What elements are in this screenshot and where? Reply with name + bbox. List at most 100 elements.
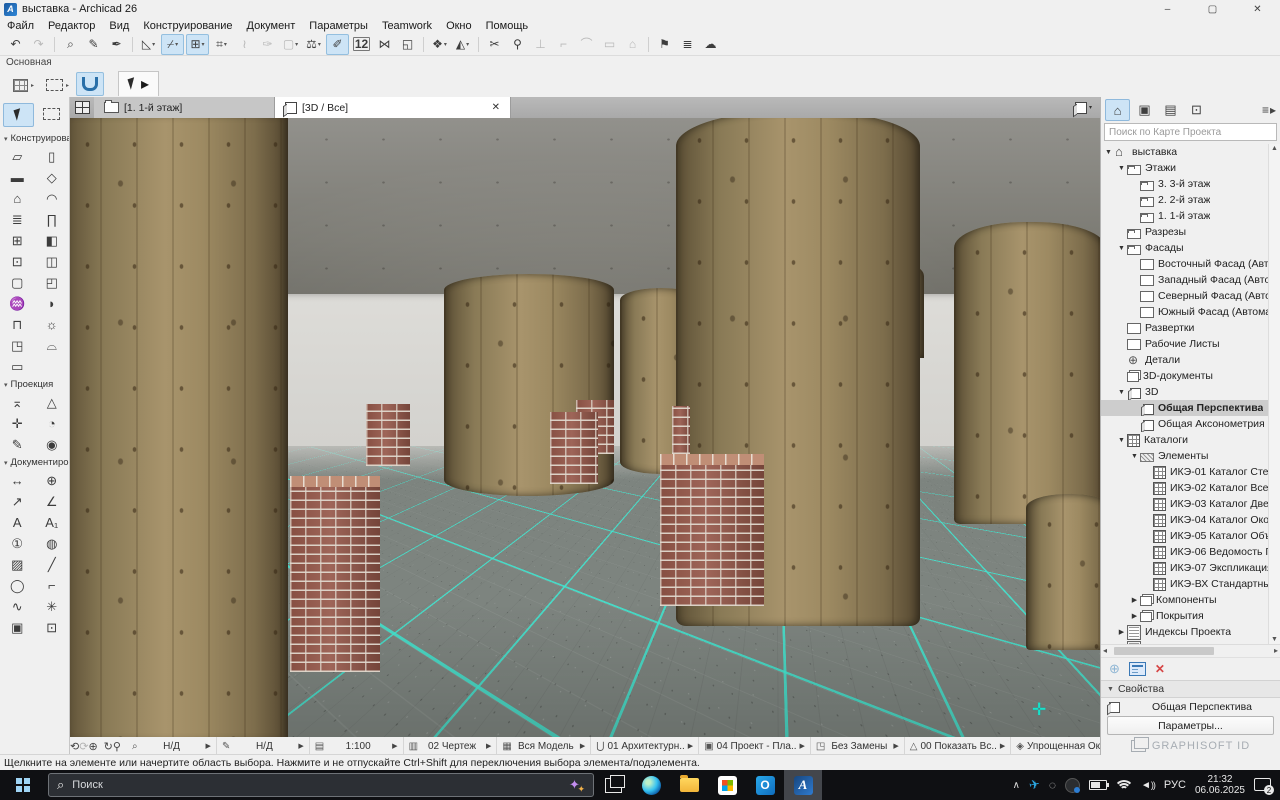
tool-level-dimension[interactable]: ⊕	[36, 470, 67, 491]
tree-item[interactable]: Рабочие Листы	[1101, 336, 1269, 352]
split-button[interactable]: ✑	[257, 35, 278, 54]
tool-stair[interactable]: ≣	[2, 209, 33, 230]
view-back-button[interactable]: ⟲	[70, 740, 79, 753]
explorer-button[interactable]	[670, 770, 708, 800]
menu-item-8[interactable]: Помощь	[479, 20, 536, 32]
tree-item[interactable]: ▼выставка	[1101, 144, 1269, 160]
brick-pillar-6[interactable]	[672, 406, 690, 454]
store-button[interactable]	[708, 770, 746, 800]
tree-item[interactable]: ▶Компоненты	[1101, 592, 1269, 608]
align-elements-dropdown-icon[interactable]: ▾	[444, 41, 447, 48]
tree-item[interactable]: Южный Фасад (Автоматически П	[1101, 304, 1269, 320]
graphic-override-dropdown-icon[interactable]: ▶	[893, 742, 898, 750]
menu-item-4[interactable]: Документ	[240, 20, 303, 32]
renovation-filter-selector[interactable]: △00 Показать Вс..▶	[905, 737, 1012, 755]
tree-expand-icon[interactable]: ▼	[1116, 389, 1127, 396]
hscroll-thumb[interactable]	[1114, 647, 1214, 655]
tool-shell[interactable]: ◠	[36, 188, 67, 209]
tool-detail[interactable]: ◔	[36, 413, 67, 434]
style-3d-selector[interactable]: ◈Упрощенная Ок..▶	[1011, 737, 1100, 755]
tool-slab[interactable]: ◇	[36, 167, 67, 188]
marquee-options-dropdown-icon[interactable]: ▸	[66, 82, 69, 89]
wood-column-left[interactable]	[70, 118, 288, 737]
scale-selector[interactable]: ▤1:100▶	[310, 737, 404, 755]
toolset-group-dropdown-icon[interactable]: ▸	[31, 82, 34, 89]
tool-camera[interactable]: ◉	[36, 434, 67, 455]
tree-item[interactable]: Общая Аксонометрия	[1101, 416, 1269, 432]
tool-worksheet[interactable]: ✎	[2, 434, 33, 455]
tree-item[interactable]: ИКЭ-06 Ведомость Проемов	[1101, 544, 1269, 560]
graphisoft-id[interactable]: GRAPHISOFT ID	[1101, 737, 1280, 755]
explore-walk-button[interactable]: ⚲	[113, 740, 121, 753]
tool-beam[interactable]: ▬	[2, 167, 33, 188]
snap-reference-dropdown-icon[interactable]: ▾	[175, 41, 178, 48]
tool-zone[interactable]: ◰	[36, 272, 67, 293]
brick-pillar-1[interactable]	[290, 476, 380, 672]
wifi-icon[interactable]	[1116, 780, 1132, 791]
tree-item[interactable]: ИКЭ-03 Каталог Дверей	[1101, 496, 1269, 512]
tree-item[interactable]: Детали	[1101, 352, 1269, 368]
tool-column[interactable]: ▯	[36, 146, 67, 167]
tree-expand-icon[interactable]: ▼	[1103, 149, 1114, 156]
tool-interior-elevation[interactable]: ✛	[2, 413, 33, 434]
viewpoint-settings-button[interactable]	[1129, 662, 1146, 676]
find-select-button[interactable]: ⌕	[60, 35, 81, 54]
tool-curtain-wall[interactable]: ⊞	[2, 230, 33, 251]
rotate-ops-button[interactable]: ◭▾	[452, 35, 473, 54]
brick-pillar-3[interactable]	[550, 412, 598, 484]
tree-item[interactable]: 3. 3-й этаж	[1101, 176, 1269, 192]
scroll-up-icon[interactable]: ▲	[1271, 145, 1278, 152]
tool-mesh[interactable]: ♒	[2, 293, 33, 314]
scale-dropdown-icon[interactable]: ▶	[392, 742, 397, 750]
scroll-left-icon[interactable]: ◂	[1103, 646, 1107, 655]
auto-dimension-button[interactable]: 12	[351, 35, 372, 54]
tree-item[interactable]: ИКЭ-05 Каталог Объектов	[1101, 528, 1269, 544]
tool-door[interactable]: ◧	[36, 230, 67, 251]
current-view-setting-dropdown-icon[interactable]: ▶	[206, 742, 211, 750]
snap-reference-button[interactable]: ⌿▾	[161, 34, 184, 55]
marquee-options-button[interactable]: ▸	[41, 74, 74, 96]
tool-radial-dimension[interactable]: ↗	[2, 491, 33, 512]
tool-angle-dimension[interactable]: ∠	[36, 491, 67, 512]
tool-drawing[interactable]: ⊡	[36, 617, 67, 638]
tool-polyline[interactable]: ⌐	[36, 575, 67, 596]
tree-item[interactable]: Северный Фасад (Автоматически	[1101, 288, 1269, 304]
task-view-button[interactable]	[594, 770, 632, 800]
magic-wand-button[interactable]: ≀	[234, 35, 255, 54]
layer-combination-selector[interactable]: ▥02 Чертеж▶	[404, 737, 498, 755]
menu-item-7[interactable]: Окно	[439, 20, 479, 32]
orbit-button[interactable]: ↻	[104, 740, 113, 753]
edge-button[interactable]	[632, 770, 670, 800]
scroll-right-icon[interactable]: ▸	[1274, 646, 1278, 655]
tree-item[interactable]: ИКЭ-02 Каталог Всех Проемов	[1101, 480, 1269, 496]
wood-column-right[interactable]	[954, 222, 1100, 524]
quad-view-button[interactable]	[70, 97, 94, 118]
align-elements-button[interactable]: ❖▾	[429, 35, 450, 54]
properties-section[interactable]: ▼ Свойства	[1101, 680, 1280, 698]
tree-item[interactable]: ▼Каталоги	[1101, 432, 1269, 448]
menu-item-6[interactable]: Teamwork	[375, 20, 439, 32]
tool-zone-stamp[interactable]: ①	[2, 533, 33, 554]
tree-expand-icon[interactable]: ▼	[1116, 165, 1127, 172]
pen-set-selector[interactable]: ⋃01 Архитектурн..▶	[591, 737, 699, 755]
outlook-button[interactable]: O	[746, 770, 784, 800]
tree-item[interactable]: ИКЭ-07 Экспликация 1-й этаж	[1101, 560, 1269, 576]
tree-item[interactable]: ▶Покрытия	[1101, 608, 1269, 624]
markup-flag-button[interactable]: ⚑	[654, 35, 675, 54]
graphic-override-selector[interactable]: ◳Без Замены▶	[811, 737, 905, 755]
publisher-button[interactable]: ⊡	[1185, 100, 1208, 120]
pick-up-button[interactable]: ⚲	[507, 35, 528, 54]
tree-item[interactable]: 3D-документы	[1101, 368, 1269, 384]
tool-hotspot[interactable]: ✳	[36, 596, 67, 617]
view-map-button[interactable]: ▣	[1133, 100, 1156, 120]
settings-button[interactable]: Параметры...	[1107, 716, 1274, 735]
guide-lines-button[interactable]: ◺▾	[138, 35, 159, 54]
tool-arrow-tool[interactable]	[3, 103, 34, 127]
magnet-snap-button[interactable]	[76, 72, 104, 96]
tree-item[interactable]: 2. 2-й этаж	[1101, 192, 1269, 208]
tool-marquee-tool[interactable]	[37, 103, 66, 125]
arrow-palette-tab-dropdown-icon[interactable]: ▸	[141, 74, 149, 94]
model-view-options-selector[interactable]: ▣04 Проект - Пла..▶	[699, 737, 811, 755]
fillet-button[interactable]: ⌒	[576, 35, 597, 54]
layout-book-button[interactable]: ▤	[1159, 100, 1182, 120]
